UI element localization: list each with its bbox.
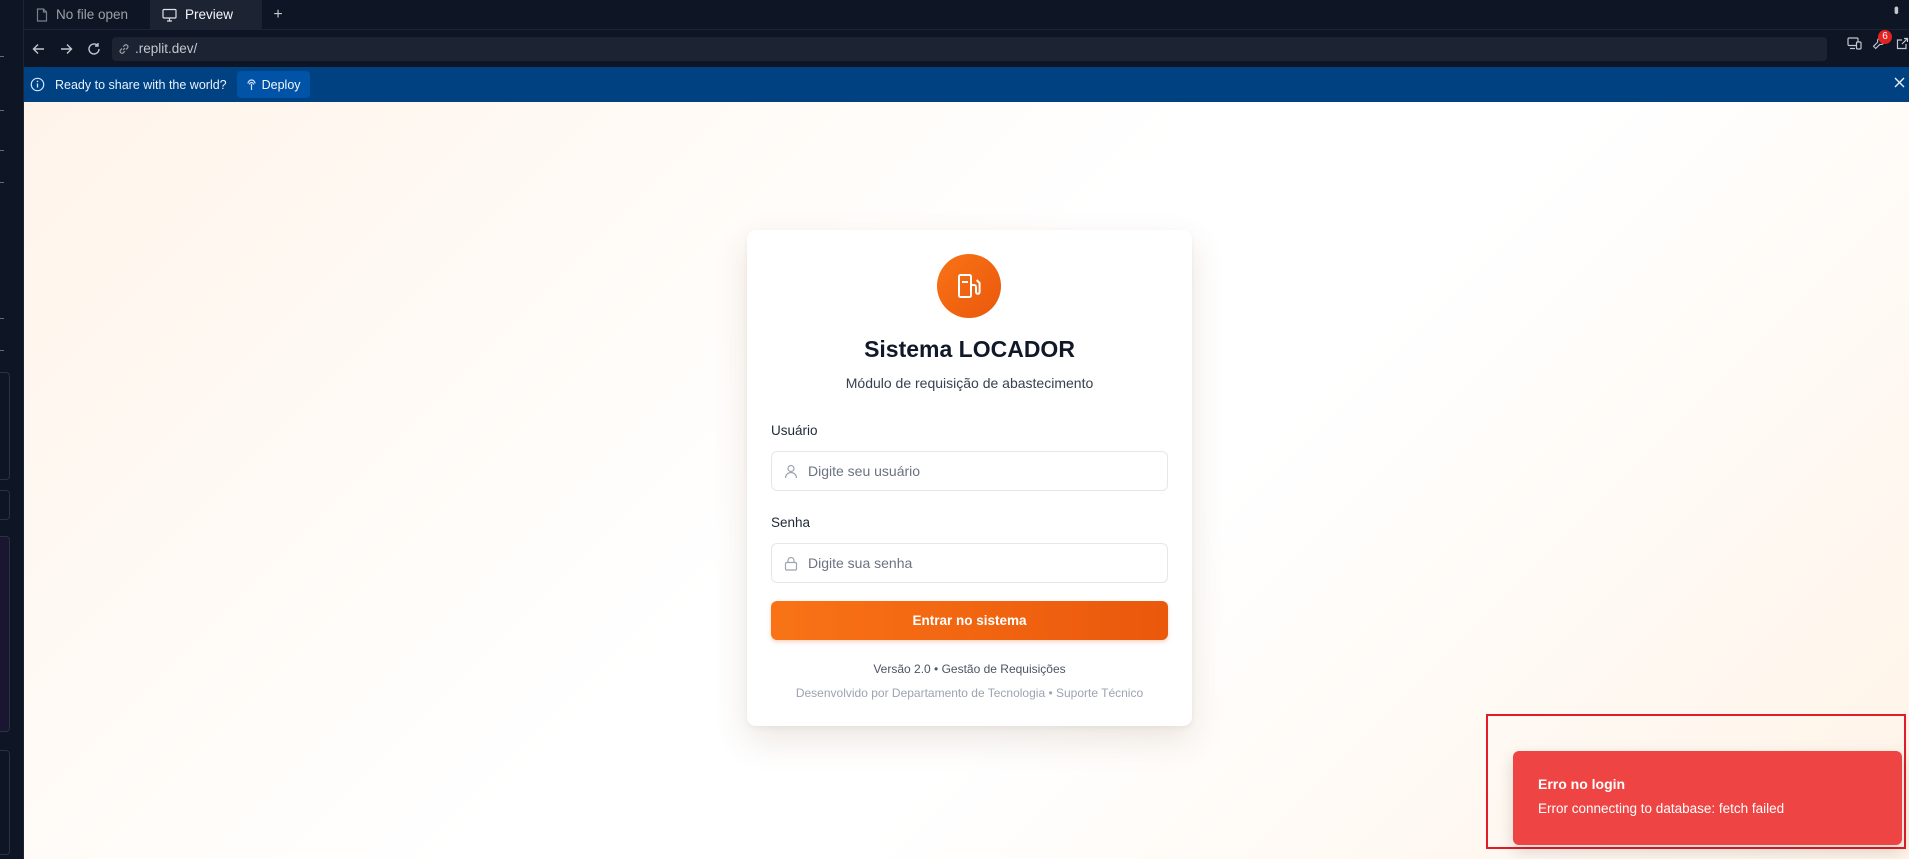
devices-icon — [1847, 36, 1862, 50]
rail-marker — [0, 110, 4, 111]
user-icon — [784, 464, 798, 478]
url-text: .replit.dev/ — [135, 41, 198, 56]
fuel-pump-icon — [958, 274, 981, 298]
lock-icon — [784, 556, 798, 571]
toast-description: Error connecting to database: fetch fail… — [1538, 801, 1785, 816]
tab-label: Preview — [185, 7, 234, 22]
error-toast[interactable]: Erro no login Error connecting to databa… — [1513, 751, 1902, 845]
back-button[interactable] — [24, 35, 52, 63]
external-link-icon — [1896, 37, 1909, 49]
rail-panel — [0, 490, 10, 520]
devtools-button[interactable]: 6 — [1872, 30, 1892, 55]
password-field[interactable] — [771, 543, 1168, 583]
page-title: Sistema LOCADOR — [864, 336, 1075, 362]
add-tab-button[interactable]: + — [262, 6, 294, 24]
version-text: Versão 2.0 • Gestão de Requisições — [873, 662, 1066, 676]
more-icon[interactable]: ••• — [1889, 6, 1905, 12]
password-input[interactable] — [808, 555, 1148, 571]
tab-bar: No file open Preview + ••• — [24, 0, 1909, 30]
tab-label: No file open — [56, 7, 129, 22]
login-card: Sistema LOCADOR Módulo de requisição de … — [747, 230, 1192, 726]
rail-panel — [0, 536, 10, 732]
close-icon — [1894, 77, 1905, 88]
toolbar-actions: 6 — [1847, 30, 1909, 55]
deploy-icon — [247, 78, 256, 90]
password-label: Senha — [771, 515, 811, 530]
close-banner-button[interactable] — [1894, 77, 1905, 91]
rail-marker — [0, 182, 4, 183]
rail-marker — [0, 56, 4, 57]
banner-message: Ready to share with the world? — [55, 77, 227, 92]
info-icon — [30, 77, 45, 92]
rail-panel — [0, 750, 10, 855]
rail-marker — [0, 150, 4, 151]
forward-button[interactable] — [52, 35, 80, 63]
username-field[interactable] — [771, 451, 1168, 491]
deploy-label: Deploy — [261, 77, 301, 92]
url-input[interactable]: .replit.dev/ — [112, 36, 1827, 61]
rail-panel — [0, 372, 10, 480]
deploy-banner: Ready to share with the world? Deploy — [24, 67, 1909, 102]
login-button[interactable]: Entrar no sistema — [771, 601, 1168, 640]
tab-no-file[interactable]: No file open — [24, 0, 150, 30]
arrow-right-icon — [60, 43, 72, 54]
left-rail — [0, 0, 24, 859]
open-external-button[interactable] — [1896, 37, 1909, 55]
logo — [937, 254, 1001, 318]
deploy-button[interactable]: Deploy — [236, 71, 310, 98]
page-subtitle: Módulo de requisição de abastecimento — [845, 375, 1094, 391]
devices-button[interactable] — [1847, 36, 1862, 55]
arrow-left-icon — [32, 43, 44, 54]
rail-marker — [0, 350, 4, 351]
username-input[interactable] — [808, 463, 1148, 479]
username-label: Usuário — [771, 423, 818, 438]
preview-viewport: Sistema LOCADOR Módulo de requisição de … — [24, 102, 1909, 859]
credits-text: Desenvolvido por Departamento de Tecnolo… — [795, 686, 1144, 700]
preview-toolbar: .replit.dev/ 6 — [24, 30, 1909, 67]
file-icon — [36, 7, 48, 22]
link-icon — [119, 43, 129, 54]
tab-preview[interactable]: Preview — [150, 0, 262, 30]
reload-button[interactable] — [80, 35, 108, 63]
reload-icon — [88, 42, 100, 55]
rail-marker — [0, 318, 4, 319]
notification-badge: 6 — [1878, 30, 1892, 44]
toast-title: Erro no login — [1538, 776, 1626, 792]
monitor-icon — [162, 8, 177, 22]
